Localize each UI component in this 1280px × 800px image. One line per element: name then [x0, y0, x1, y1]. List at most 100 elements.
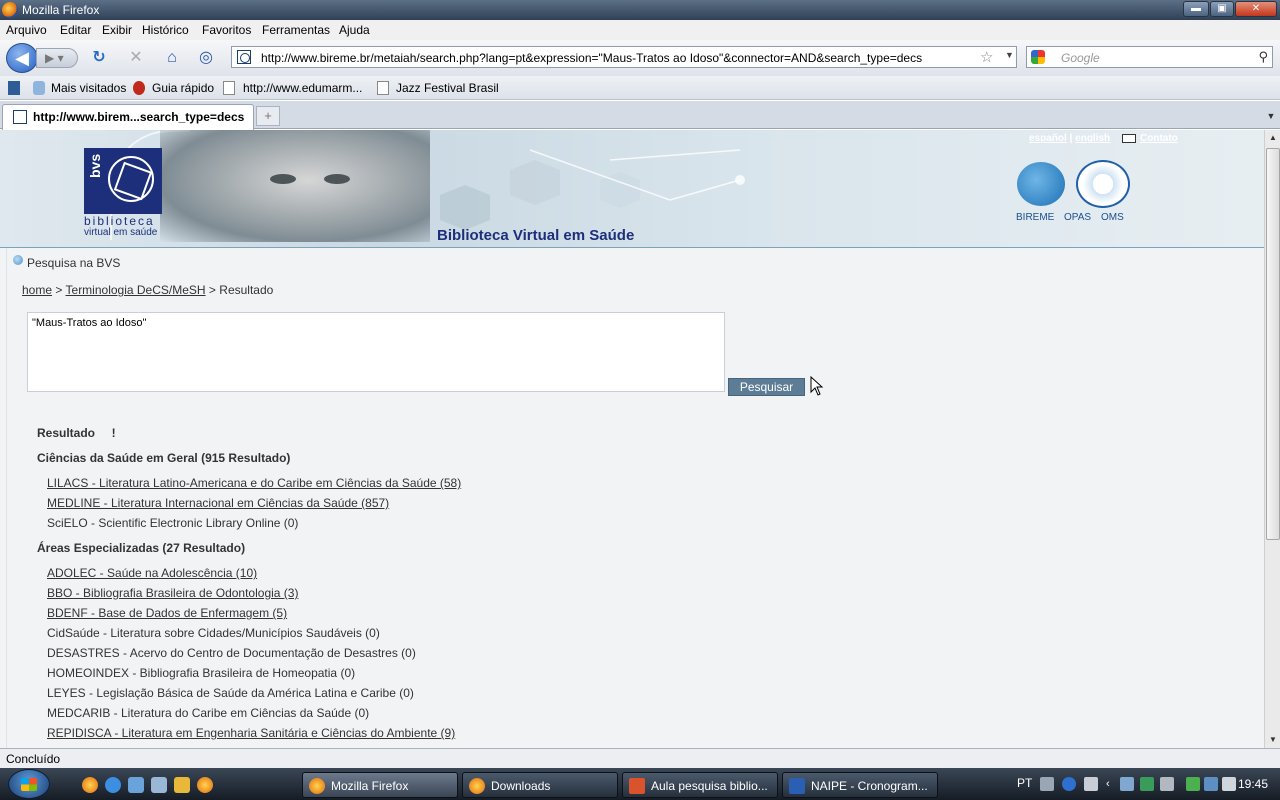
- bookmark-guia-rapido[interactable]: Guia rápido: [152, 81, 214, 95]
- media-player-icon[interactable]: [174, 777, 190, 793]
- task-label: NAIPE - Cronogram...: [811, 779, 928, 793]
- scroll-thumb[interactable]: [1266, 148, 1280, 540]
- pesquisar-button[interactable]: Pesquisar: [728, 378, 805, 396]
- google-icon[interactable]: [1031, 50, 1045, 64]
- tray-app-icon[interactable]: [1140, 777, 1154, 791]
- tab-list-icon[interactable]: ▼: [1264, 107, 1278, 125]
- switch-windows-icon[interactable]: [151, 777, 167, 793]
- task-aula-pesquisa[interactable]: Aula pesquisa biblio...: [622, 772, 778, 798]
- bookmark-jazz-festival[interactable]: Jazz Festival Brasil: [396, 81, 499, 95]
- contact-label[interactable]: Contato: [1140, 133, 1178, 144]
- page-content: bvs biblioteca virtual em saúde Bibliote…: [0, 130, 1264, 748]
- home-icon[interactable]: ⌂: [162, 48, 182, 68]
- result-desastres: DESASTRES - Acervo do Centro de Document…: [47, 646, 416, 660]
- url-dropdown-icon[interactable]: ▼: [1005, 50, 1014, 60]
- help-icon[interactable]: [1062, 777, 1076, 791]
- result-adolec[interactable]: ADOLEC - Saúde na Adolescência (10): [47, 566, 257, 580]
- language-indicator[interactable]: PT: [1017, 776, 1032, 790]
- bullet-icon: [13, 255, 23, 265]
- mouse-cursor-icon: [810, 376, 824, 396]
- tray-app-icon[interactable]: [1120, 777, 1134, 791]
- breadcrumb-decs[interactable]: Terminologia DeCS/MeSH: [66, 283, 206, 297]
- org-bireme[interactable]: BIREME: [1016, 212, 1054, 223]
- search-placeholder[interactable]: Google: [1061, 51, 1100, 65]
- task-downloads[interactable]: Downloads: [462, 772, 618, 798]
- forward-button[interactable]: ▶ ▾: [36, 48, 78, 68]
- group-title-especializadas: Áreas Especializadas (27 Resultado): [37, 541, 246, 555]
- task-firefox[interactable]: Mozilla Firefox: [302, 772, 458, 798]
- breadcrumb-home[interactable]: home: [22, 283, 52, 297]
- bookmark-mais-visitados[interactable]: Mais visitados: [51, 81, 126, 95]
- menu-ferramentas[interactable]: Ferramentas: [262, 23, 330, 37]
- menu-historico[interactable]: Histórico: [142, 23, 189, 37]
- most-visited-icon: [33, 81, 45, 95]
- molecule-graphic: [440, 149, 745, 230]
- result-medline[interactable]: MEDLINE - Literatura Internacional em Ci…: [47, 496, 389, 510]
- result-bbo[interactable]: BBO - Bibliografia Brasileira de Odontol…: [47, 586, 298, 600]
- envelope-icon: [1122, 133, 1136, 143]
- bireme-globe-icon[interactable]: [1017, 162, 1065, 206]
- result-leyes: LEYES - Legislação Básica de Saúde da Am…: [47, 686, 414, 700]
- minimize-button[interactable]: ▬: [1183, 1, 1209, 17]
- back-button[interactable]: ◀: [6, 43, 38, 73]
- menu-exibir[interactable]: Exibir: [102, 23, 132, 37]
- search-query-textarea[interactable]: "Maus-Tratos ao Idoso": [27, 312, 725, 392]
- reload-icon[interactable]: ↻: [89, 48, 109, 68]
- ie-quicklaunch-icon[interactable]: [105, 777, 121, 793]
- firefox-quicklaunch-icon[interactable]: [82, 777, 98, 793]
- result-scielo: SciELO - Scientific Electronic Library O…: [47, 516, 299, 530]
- network-icon[interactable]: [1084, 777, 1098, 791]
- menu-editar[interactable]: Editar: [60, 23, 91, 37]
- who-emblem-icon[interactable]: [1076, 160, 1130, 208]
- maximize-button[interactable]: ▣: [1210, 1, 1234, 17]
- url-text[interactable]: http://www.bireme.br/metaiah/search.php?…: [261, 51, 922, 65]
- tab-bireme[interactable]: http://www.birem...search_type=decs: [2, 104, 254, 130]
- scroll-up-icon[interactable]: ▲: [1266, 130, 1280, 146]
- bookmark-star-icon[interactable]: ☆: [980, 48, 993, 66]
- bookmarks-star-icon[interactable]: [8, 81, 20, 95]
- tab-label[interactable]: http://www.birem...search_type=decs: [33, 110, 244, 124]
- result-bdenf[interactable]: BDENF - Base de Dados de Enfermagem (5): [47, 606, 287, 620]
- desktop-icon[interactable]: [128, 777, 144, 793]
- bvs-logo[interactable]: bvs: [84, 148, 162, 214]
- url-bar[interactable]: http://www.bireme.br/metaiah/search.php?…: [231, 46, 1017, 68]
- scroll-down-icon[interactable]: ▼: [1266, 732, 1280, 748]
- firefox-quicklaunch-icon[interactable]: [197, 777, 213, 793]
- system-tray: PT ‹ 19:45: [1010, 768, 1280, 800]
- menu-bar: Arquivo Editar Exibir Histórico Favorito…: [0, 20, 1280, 40]
- close-button[interactable]: ✕: [1235, 1, 1277, 17]
- search-icon[interactable]: ⚲: [1258, 49, 1268, 65]
- menu-ajuda[interactable]: Ajuda: [339, 23, 370, 37]
- firefox-icon: [469, 778, 485, 794]
- addon-icon[interactable]: ◎: [196, 48, 216, 68]
- volume-icon[interactable]: [1222, 777, 1236, 791]
- tray-app-icon[interactable]: [1160, 777, 1174, 791]
- lang-espanol[interactable]: español: [1029, 133, 1067, 144]
- chevron-left-icon[interactable]: ‹: [1106, 777, 1120, 791]
- result-repidisca[interactable]: REPIDISCA - Literatura em Engenharia San…: [47, 726, 455, 740]
- breadcrumb-sep: >: [208, 283, 216, 297]
- keyboard-icon[interactable]: [1040, 777, 1054, 791]
- org-opas[interactable]: OPAS: [1064, 212, 1091, 223]
- bookmark-edumarm[interactable]: http://www.edumarm...: [243, 81, 362, 95]
- battery-icon[interactable]: [1186, 777, 1200, 791]
- menu-arquivo[interactable]: Arquivo: [6, 23, 47, 37]
- search-box[interactable]: Google ⚲: [1026, 46, 1273, 68]
- org-oms[interactable]: OMS: [1101, 212, 1124, 223]
- wifi-icon[interactable]: [1204, 777, 1218, 791]
- lang-english[interactable]: english: [1075, 133, 1110, 144]
- section-title: Pesquisa na BVS: [27, 256, 121, 270]
- vertical-scrollbar[interactable]: ▲ ▼: [1264, 130, 1280, 748]
- new-tab-button[interactable]: +: [256, 106, 280, 126]
- result-lilacs[interactable]: LILACS - Literatura Latino-Americana e d…: [47, 476, 461, 490]
- task-naipe[interactable]: NAIPE - Cronogram...: [782, 772, 938, 798]
- powerpoint-icon: [629, 778, 645, 794]
- start-button[interactable]: [8, 769, 50, 799]
- contact-link[interactable]: Contato: [1122, 133, 1178, 144]
- stop-icon[interactable]: ✕: [126, 48, 146, 68]
- clock[interactable]: 19:45: [1238, 777, 1268, 791]
- firefox-icon: [2, 2, 18, 18]
- menu-favoritos[interactable]: Favoritos: [202, 23, 251, 37]
- tab-favicon-icon: [13, 110, 27, 124]
- breadcrumb-current: Resultado: [219, 283, 274, 297]
